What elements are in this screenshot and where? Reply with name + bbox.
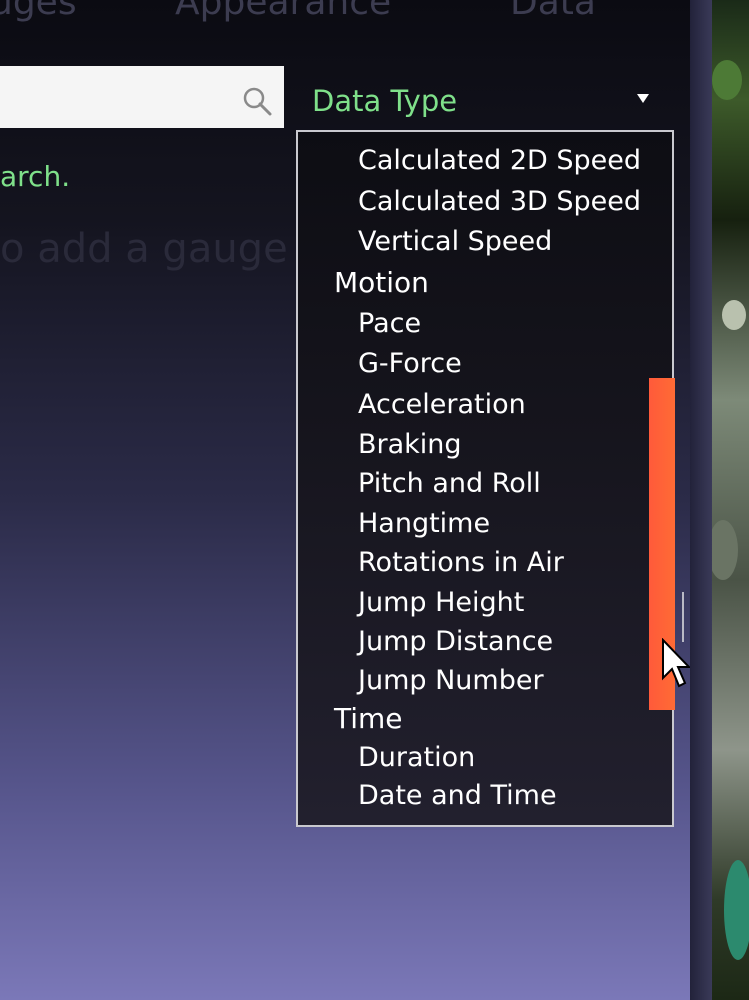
dropdown-option[interactable]: Rotations in Air (358, 546, 564, 580)
option-group-header: Motion (334, 266, 429, 299)
dropdown-option[interactable]: G-Force (358, 347, 462, 381)
dropdown-option[interactable]: Pace (358, 307, 421, 341)
panel-edge (690, 0, 712, 1000)
tab-data[interactable]: Data (510, 0, 596, 23)
search-icon[interactable] (240, 84, 274, 118)
empty-gauges-message: o add a gauge (0, 226, 288, 272)
scrollbar-track[interactable] (682, 592, 684, 642)
dropdown-option[interactable]: Vertical Speed (358, 225, 552, 259)
dropdown-option[interactable]: Acceleration (358, 388, 526, 422)
tab-gauges[interactable]: uges (0, 0, 77, 23)
dropdown-option[interactable]: Calculated 3D Speed (358, 185, 641, 219)
dropdown-option[interactable]: Jump Number (358, 664, 544, 698)
dropdown-option[interactable]: Hangtime (358, 507, 490, 541)
dropdown-option[interactable]: Pitch and Roll (358, 467, 541, 501)
tab-bar: uges Appearance Data (0, 0, 700, 23)
chevron-down-icon[interactable] (637, 94, 649, 103)
option-group-header: Time (334, 702, 403, 735)
dropdown-option[interactable]: Jump Distance (358, 625, 553, 659)
tab-appearance[interactable]: Appearance (175, 0, 391, 23)
data-type-select[interactable]: Data Type (312, 84, 457, 118)
mouse-cursor-icon (662, 638, 690, 688)
dropdown-option[interactable]: Duration (358, 741, 475, 775)
dropdown-option[interactable]: Jump Height (358, 586, 524, 620)
search-hint: arch. (0, 160, 71, 193)
dropdown-option[interactable]: Braking (358, 428, 462, 462)
dropdown-option[interactable]: Calculated 2D Speed (358, 144, 641, 178)
dropdown-option[interactable]: Date and Time (358, 779, 557, 813)
